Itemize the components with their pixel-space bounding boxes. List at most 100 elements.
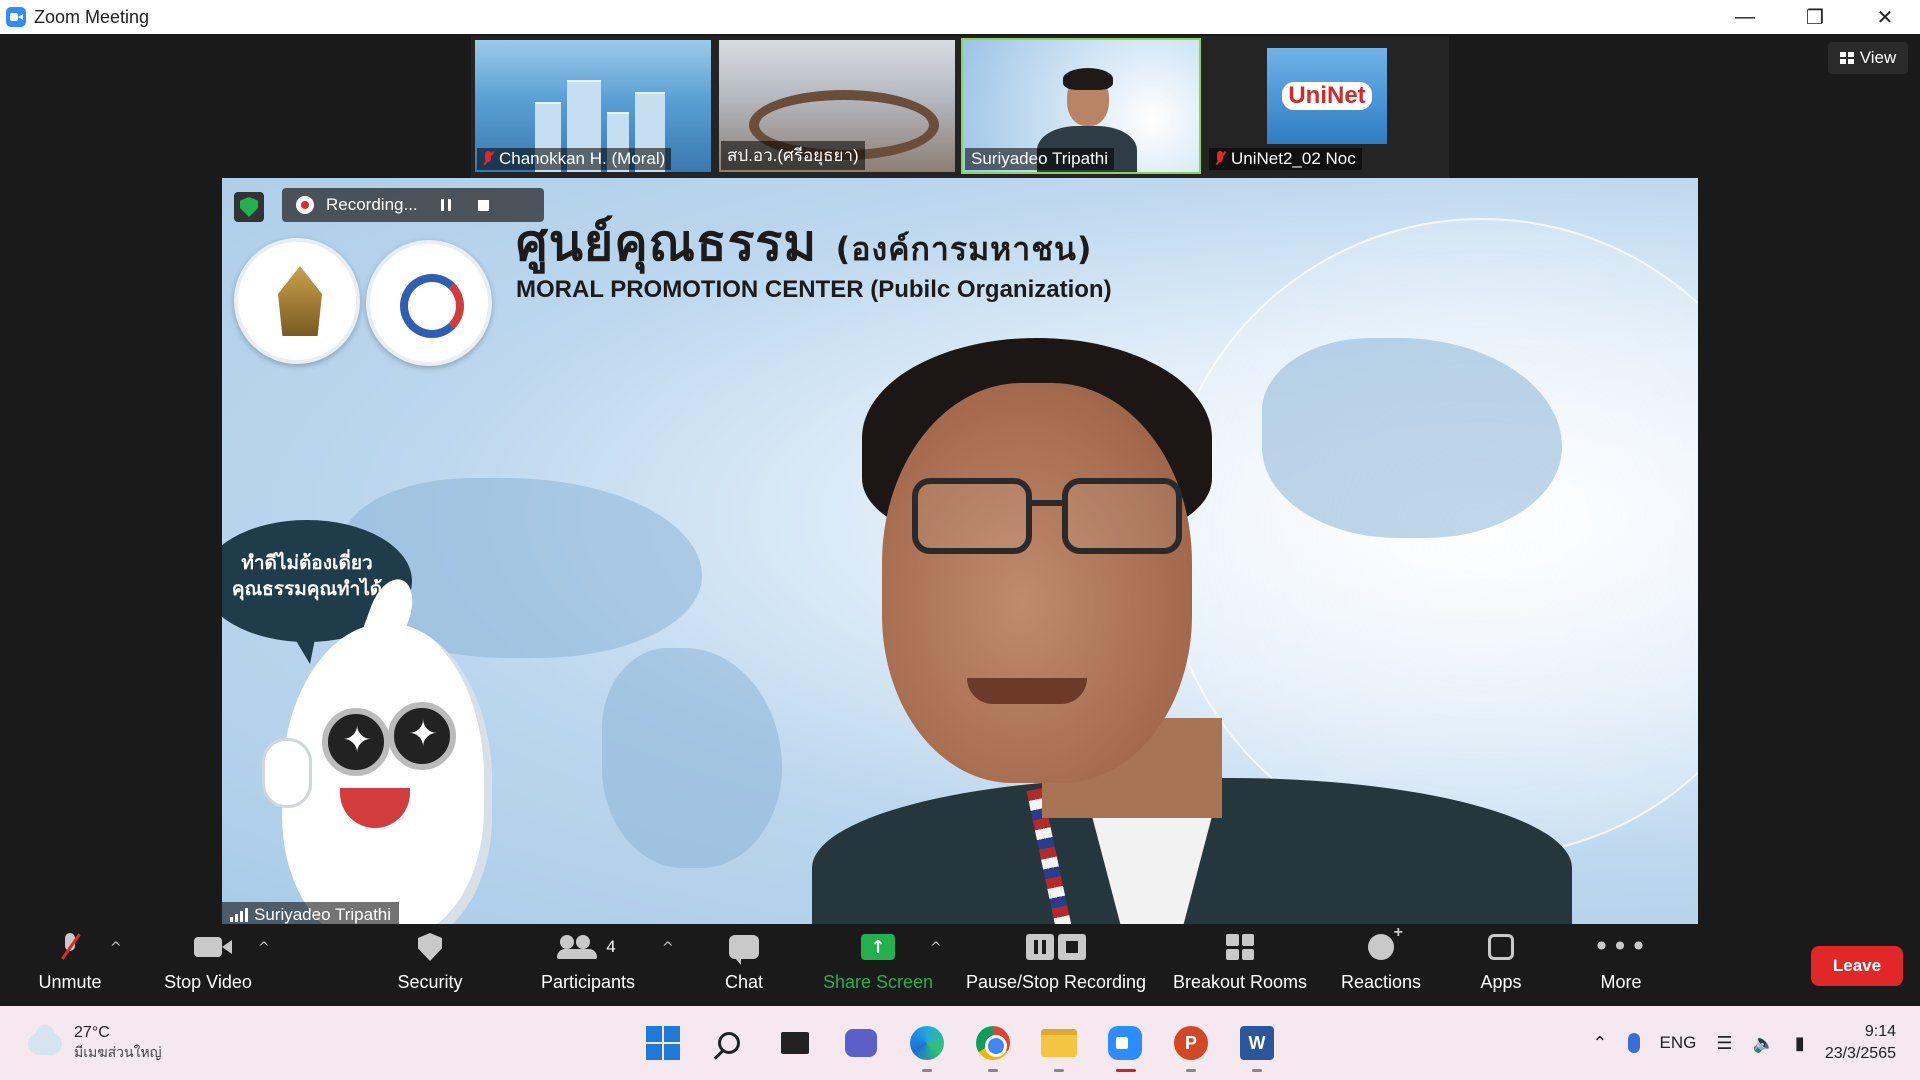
- active-speaker-video: ศูนย์คุณธรรม (องค์การมหาชน) MORAL PROMOT…: [222, 178, 1698, 928]
- powerpoint-app[interactable]: P: [1168, 1020, 1214, 1072]
- share-screen-arrow-icon: ↑: [861, 934, 895, 960]
- security-button[interactable]: Security: [390, 924, 470, 1006]
- emblem-logo: [234, 238, 360, 364]
- weather-temperature: 27°C: [74, 1024, 110, 1041]
- grid-view-icon: [1839, 52, 1854, 64]
- task-view-button[interactable]: [772, 1020, 818, 1066]
- weather-widget[interactable]: 27°C มีเมฆส่วนใหญ่: [28, 1024, 162, 1064]
- video-options-caret[interactable]: ^: [258, 940, 270, 956]
- mascot: [282, 623, 492, 928]
- search-icon: [718, 1032, 740, 1054]
- title-bar: Zoom Meeting — ❐ ✕: [0, 0, 1920, 34]
- stop-icon: [478, 199, 490, 211]
- chat-bubble-icon: [729, 935, 759, 965]
- participants-options-caret[interactable]: ^: [662, 940, 674, 956]
- view-button[interactable]: View: [1828, 42, 1908, 74]
- participants-button[interactable]: 4 Participants: [536, 924, 640, 1006]
- show-hidden-icons-chevron[interactable]: ⌃: [1592, 1033, 1607, 1054]
- windows-taskbar: 27°C มีเมฆส่วนใหญ่ P W ⌃ ENG ☰ 🔈 ▮ 9:14 …: [0, 1006, 1920, 1080]
- edge-browser-icon: [910, 1026, 944, 1060]
- signal-strength-icon: [230, 908, 248, 922]
- teams-chat-icon: [845, 1029, 877, 1057]
- stop-video-button[interactable]: Stop Video: [160, 924, 256, 1006]
- participant-tile-active-speaker[interactable]: Suriyadeo Tripathi: [961, 38, 1201, 174]
- unmute-button[interactable]: Unmute: [30, 924, 110, 1006]
- more-button[interactable]: ••• More: [1593, 924, 1649, 1006]
- globe-graphic: [1162, 218, 1698, 858]
- battery-icon[interactable]: ▮: [1795, 1033, 1805, 1054]
- edge-app[interactable]: [904, 1020, 950, 1072]
- taskbar-search[interactable]: [706, 1020, 752, 1066]
- participant-name: Chanokkan H. (Moral): [477, 148, 672, 170]
- recording-indicator: Recording...: [282, 188, 544, 222]
- gallery-strip: Chanokkan H. (Moral) สป.อว.(ศรีอยุธยา) S…: [471, 36, 1449, 178]
- leave-button[interactable]: Leave: [1811, 946, 1903, 986]
- meeting-area: Chanokkan H. (Moral) สป.อว.(ศรีอยุธยา) S…: [0, 34, 1920, 1006]
- mascot-eye: [388, 702, 456, 770]
- microphone-in-use-icon[interactable]: [1627, 1033, 1640, 1053]
- windows-logo-icon: [646, 1026, 680, 1060]
- moral-center-logo: [366, 240, 492, 366]
- share-screen-button[interactable]: ↑ Share Screen: [822, 924, 934, 1006]
- word-app[interactable]: W: [1234, 1020, 1280, 1072]
- reactions-button[interactable]: Reactions: [1338, 924, 1424, 1006]
- wifi-icon[interactable]: ☰: [1716, 1033, 1732, 1054]
- window-title: Zoom Meeting: [34, 6, 150, 27]
- file-explorer-app[interactable]: [1036, 1020, 1082, 1072]
- participant-name: สป.อว.(ศรีอยุธยา): [721, 141, 865, 170]
- microphone-muted-icon: [62, 933, 78, 961]
- teams-chat-button[interactable]: [838, 1020, 884, 1066]
- powerpoint-icon: P: [1174, 1026, 1208, 1060]
- start-button[interactable]: [640, 1020, 686, 1066]
- banner-title-thai: ศูนย์คุณธรรม (องค์การมหาชน): [516, 214, 1093, 272]
- zoom-app-icon: [6, 7, 26, 27]
- encryption-shield-icon[interactable]: [234, 192, 264, 222]
- participants-icon: [557, 935, 598, 959]
- task-view-icon: [781, 1032, 809, 1054]
- participants-count: 4: [606, 937, 616, 956]
- folder-icon: [1041, 1029, 1077, 1057]
- participant-tile[interactable]: Chanokkan H. (Moral): [473, 38, 713, 174]
- security-shield-icon: [418, 933, 442, 961]
- pause-icon: [440, 199, 451, 211]
- chrome-app[interactable]: [970, 1020, 1016, 1072]
- participant-name: Suriyadeo Tripathi: [965, 148, 1115, 170]
- word-icon: W: [1240, 1026, 1274, 1060]
- more-dots-icon: •••: [1593, 930, 1649, 963]
- clock[interactable]: 9:14 23/3/2565: [1825, 1021, 1896, 1065]
- participant-tile[interactable]: UniNet UniNet2_02 Noc: [1205, 38, 1445, 174]
- breakout-rooms-button[interactable]: Breakout Rooms: [1170, 924, 1310, 1006]
- apps-button[interactable]: Apps: [1476, 924, 1526, 1006]
- window-controls: — ❐ ✕: [1710, 0, 1920, 34]
- recording-label: Recording...: [326, 195, 418, 214]
- system-tray: ⌃ ENG ☰ 🔈 ▮ 9:14 23/3/2565: [1592, 1018, 1896, 1068]
- input-language[interactable]: ENG: [1660, 1033, 1697, 1053]
- glasses: [912, 478, 1212, 568]
- participant-name: UniNet2_02 Noc: [1209, 148, 1362, 170]
- video-camera-icon: [194, 937, 232, 957]
- recording-dot-icon: [296, 196, 314, 214]
- cloud-weather-icon: [28, 1025, 62, 1055]
- share-options-caret[interactable]: ^: [930, 940, 942, 956]
- stop-recording-button[interactable]: [474, 195, 494, 215]
- pause-stop-recording-button[interactable]: Pause/Stop Recording: [964, 924, 1148, 1006]
- banner-title-english: MORAL PROMOTION CENTER (Pubilc Organizat…: [516, 276, 1112, 303]
- breakout-rooms-icon: [1226, 934, 1254, 960]
- mic-muted-icon: [1215, 151, 1225, 167]
- pause-stop-icon: [1026, 934, 1086, 960]
- uninet-logo: UniNet: [1267, 48, 1387, 144]
- close-button[interactable]: ✕: [1850, 0, 1920, 34]
- minimize-button[interactable]: —: [1710, 0, 1780, 34]
- mascot-eye: [322, 708, 390, 776]
- zoom-taskbar-app[interactable]: [1102, 1020, 1148, 1072]
- mascot-thumbs-up: [262, 738, 312, 808]
- volume-icon[interactable]: 🔈: [1752, 1033, 1774, 1054]
- pause-recording-button[interactable]: [436, 195, 456, 215]
- audio-options-caret[interactable]: ^: [110, 940, 122, 956]
- zoom-icon: [1108, 1026, 1142, 1060]
- chrome-browser-icon: [976, 1026, 1010, 1060]
- weather-description: มีเมฆส่วนใหญ่: [74, 1045, 162, 1061]
- participant-tile[interactable]: สป.อว.(ศรีอยุธยา): [717, 38, 957, 174]
- restore-button[interactable]: ❐: [1780, 0, 1850, 34]
- chat-button[interactable]: Chat: [714, 924, 774, 1006]
